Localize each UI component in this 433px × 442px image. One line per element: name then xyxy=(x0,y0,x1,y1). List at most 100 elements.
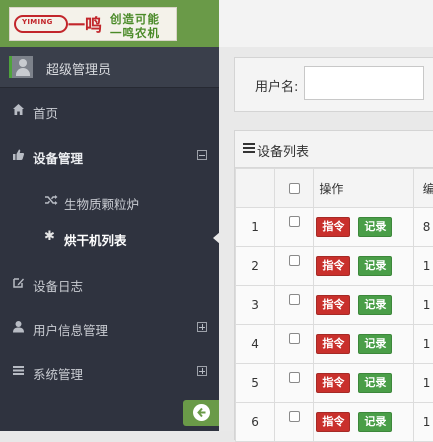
record-button[interactable]: 记录 xyxy=(358,412,392,432)
sidebar-item-label: 首页 xyxy=(33,103,58,122)
sidebar-item-device-log[interactable]: 设备日志 xyxy=(0,261,219,305)
user-icon xyxy=(11,320,25,334)
row-extra: 1 xyxy=(413,247,433,286)
edit-icon xyxy=(11,276,25,290)
device-list-header: 设备列表 xyxy=(235,131,433,168)
expand-plus-icon[interactable] xyxy=(197,366,207,376)
logo-bar: YIMING 一鸣 创造可能 一鸣农机 xyxy=(0,0,219,47)
table-row: 6 指令记录 1 xyxy=(236,403,433,442)
sidebar-item-device-management[interactable]: 设备管理 xyxy=(0,133,219,177)
row-checkbox[interactable] xyxy=(289,333,300,344)
home-icon xyxy=(11,103,25,117)
select-all-checkbox[interactable] xyxy=(289,183,300,194)
index-header xyxy=(236,169,275,208)
table-row: 4 指令记录 1 xyxy=(236,325,433,364)
brand-logo[interactable]: YIMING 一鸣 创造可能 一鸣农机 xyxy=(9,7,177,41)
record-button[interactable]: 记录 xyxy=(358,373,392,393)
row-actions: 指令记录 xyxy=(314,403,413,442)
record-button[interactable]: 记录 xyxy=(358,295,392,315)
user-name: 超级管理员 xyxy=(46,59,111,78)
command-button[interactable]: 指令 xyxy=(316,373,350,393)
sidebar-item-label: 用户信息管理 xyxy=(33,320,108,339)
row-checkbox[interactable] xyxy=(289,372,300,383)
row-extra: 1 xyxy=(413,364,433,403)
row-index: 5 xyxy=(236,364,275,403)
record-button[interactable]: 记录 xyxy=(358,256,392,276)
sidebar-subitem-label: 烘干机列表 xyxy=(64,230,127,249)
row-select-cell xyxy=(275,364,314,403)
row-index: 1 xyxy=(236,208,275,247)
shuffle-icon xyxy=(44,194,58,209)
user-panel[interactable]: 超级管理员 xyxy=(0,47,219,88)
table-header-row: 操作 编 xyxy=(236,169,433,208)
row-actions: 指令记录 xyxy=(314,364,413,403)
row-index: 2 xyxy=(236,247,275,286)
row-actions: 指令记录 xyxy=(314,247,413,286)
row-actions: 指令记录 xyxy=(314,325,413,364)
device-table: 操作 编 1 指令记录 8 2 指令记录 1 3 指令记录 1 xyxy=(235,168,433,442)
avatar-body xyxy=(16,68,30,76)
logo-mark: 一鸣 xyxy=(68,11,102,36)
sidebar-subitem-label: 生物质颗粒炉 xyxy=(64,194,139,213)
row-index: 6 xyxy=(236,403,275,442)
row-index: 3 xyxy=(236,286,275,325)
command-button[interactable]: 指令 xyxy=(316,295,350,315)
device-list-panel: 设备列表 操作 编 1 指令记录 8 2 指令记录 1 3 xyxy=(234,130,433,440)
sidebar-item-label: 设备管理 xyxy=(33,148,83,167)
arrow-left-icon xyxy=(193,404,210,421)
sidebar-item-label: 系统管理 xyxy=(33,364,83,383)
sidebar-subitem-dryer-list[interactable]: ✱ 烘干机列表 xyxy=(0,222,219,254)
top-bar xyxy=(219,0,433,48)
main-content: 用户名: 设备列表 操作 编 1 指令记录 8 2 xyxy=(219,47,433,431)
collapse-minus-icon[interactable] xyxy=(197,150,207,160)
list-icon xyxy=(11,364,25,378)
table-row: 5 指令记录 1 xyxy=(236,364,433,403)
sidebar-item-user-info[interactable]: 用户信息管理 xyxy=(0,305,219,349)
row-extra: 8 xyxy=(413,208,433,247)
row-select-cell xyxy=(275,286,314,325)
thumbs-up-icon xyxy=(11,148,25,162)
table-row: 2 指令记录 1 xyxy=(236,247,433,286)
sidebar-subitem-biomass-stove[interactable]: 生物质颗粒炉 xyxy=(0,186,219,218)
row-select-cell xyxy=(275,403,314,442)
sidebar-item-system[interactable]: 系统管理 xyxy=(0,349,219,393)
row-index: 4 xyxy=(236,325,275,364)
row-select-cell xyxy=(275,325,314,364)
username-label: 用户名: xyxy=(255,76,298,95)
sidebar-collapse-button[interactable] xyxy=(183,400,219,426)
expand-plus-icon[interactable] xyxy=(197,322,207,332)
row-checkbox[interactable] xyxy=(289,255,300,266)
device-list-title: 设备列表 xyxy=(257,141,309,160)
row-extra: 1 xyxy=(413,403,433,442)
row-extra: 1 xyxy=(413,325,433,364)
extra-header: 编 xyxy=(413,169,433,208)
sidebar-item-label: 设备日志 xyxy=(33,276,83,295)
avatar xyxy=(9,56,33,78)
select-all-cell xyxy=(275,169,314,208)
row-checkbox[interactable] xyxy=(289,294,300,305)
command-button[interactable]: 指令 xyxy=(316,256,350,276)
row-checkbox[interactable] xyxy=(289,411,300,422)
ops-header: 操作 xyxy=(314,169,413,208)
sidebar: YIMING 一鸣 创造可能 一鸣农机 超级管理员 首页 设备管理 生物质颗粒炉 xyxy=(0,0,219,431)
row-extra: 1 xyxy=(413,286,433,325)
row-select-cell xyxy=(275,208,314,247)
row-checkbox[interactable] xyxy=(289,216,300,227)
logo-pill: YIMING xyxy=(14,15,68,33)
command-button[interactable]: 指令 xyxy=(316,412,350,432)
search-panel: 用户名: xyxy=(234,57,433,112)
logo-slogan-2: 一鸣农机 xyxy=(110,25,160,41)
username-input[interactable] xyxy=(304,66,424,100)
record-button[interactable]: 记录 xyxy=(358,217,392,237)
record-button[interactable]: 记录 xyxy=(358,334,392,354)
avatar-head xyxy=(19,59,27,67)
row-actions: 指令记录 xyxy=(314,286,413,325)
sidebar-item-home[interactable]: 首页 xyxy=(0,88,219,132)
command-button[interactable]: 指令 xyxy=(316,217,350,237)
table-row: 1 指令记录 8 xyxy=(236,208,433,247)
command-button[interactable]: 指令 xyxy=(316,334,350,354)
row-actions: 指令记录 xyxy=(314,208,413,247)
table-row: 3 指令记录 1 xyxy=(236,286,433,325)
list-icon xyxy=(243,142,255,154)
row-select-cell xyxy=(275,247,314,286)
